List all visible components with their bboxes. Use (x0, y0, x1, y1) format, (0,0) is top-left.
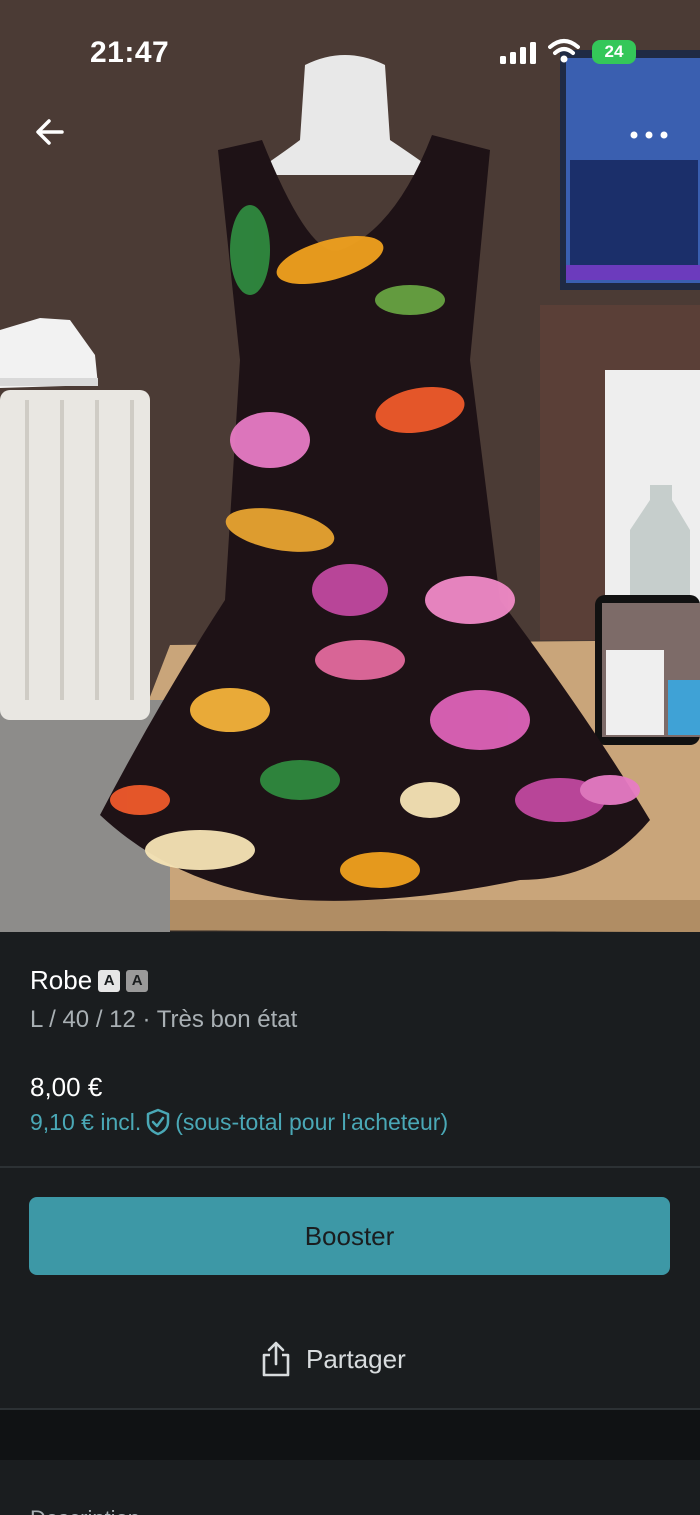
arrow-left-icon (36, 119, 64, 145)
dress-photo-illustration (0, 0, 700, 932)
more-horizontal-icon (630, 131, 668, 139)
buyer-total-note: (sous-total pour l'acheteur) (175, 1108, 449, 1135)
status-bar: 21:47 24 (0, 0, 700, 100)
item-price: 8,00 € (30, 1072, 103, 1102)
shield-check-icon (147, 1108, 170, 1136)
share-icon (262, 1341, 290, 1377)
item-info-section: Robe A A L / 40 / 12 · Très bon état 8,0… (0, 932, 700, 1168)
share-button[interactable]: Partager (260, 1334, 406, 1384)
section-gap (0, 1410, 700, 1460)
status-time: 21:47 (90, 36, 170, 69)
description-section: Description (0, 1460, 700, 1515)
cellular-signal-icon (500, 42, 536, 64)
title-row: Robe A A (30, 965, 149, 996)
buyer-total-amount: 9,10 € incl. (30, 1108, 142, 1135)
battery-level: 24 (604, 42, 624, 61)
item-title: Robe (30, 965, 93, 995)
wifi-icon (548, 39, 580, 63)
original-language-icon[interactable]: A (126, 969, 149, 992)
auto-translate-icon[interactable]: A (98, 969, 121, 992)
item-details: L / 40 / 12 · Très bon état (30, 1006, 298, 1033)
item-photo[interactable] (0, 0, 700, 932)
buyer-total-link[interactable]: 9,10 € incl. (sous-total pour l'acheteur… (30, 1108, 448, 1136)
actions-section: Booster Partager (0, 1168, 700, 1410)
battery-indicator: 24 (592, 40, 636, 64)
more-options-button[interactable] (626, 118, 672, 152)
description-heading: Description (30, 1506, 140, 1515)
share-label: Partager (306, 1343, 406, 1374)
booster-button[interactable]: Booster (29, 1197, 670, 1275)
back-button[interactable] (30, 112, 70, 152)
